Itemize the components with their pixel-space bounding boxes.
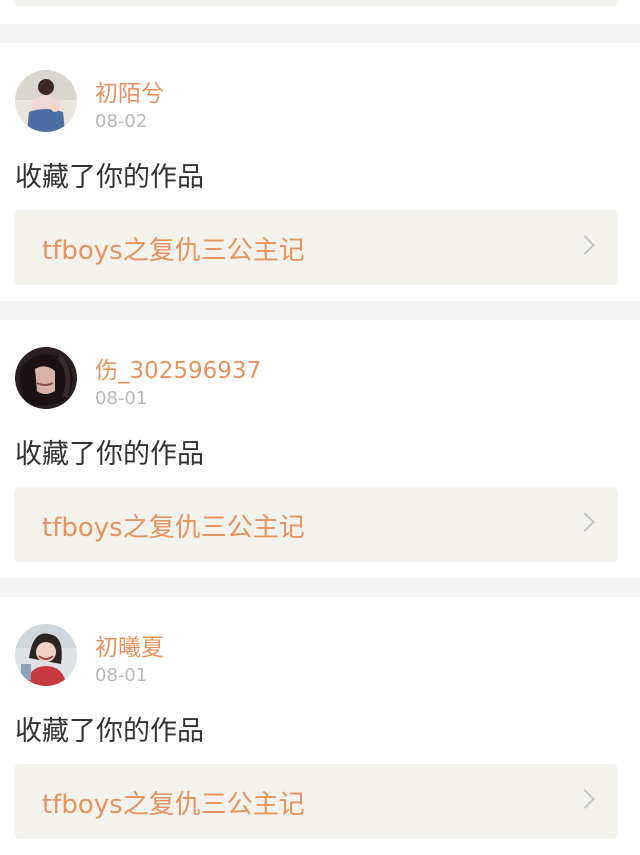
timestamp: 08-02	[95, 111, 148, 132]
timestamp: 08-01	[95, 665, 148, 686]
chevron-right-icon	[575, 512, 595, 532]
activity-text: 收藏了你的作品	[15, 162, 204, 193]
work-title: tfboys之复仇三公主记	[42, 513, 305, 543]
work-title: tfboys之复仇三公主记	[42, 236, 305, 266]
chevron-right-icon	[575, 235, 595, 255]
avatar[interactable]	[15, 347, 77, 409]
activity-card: 初曦夏 08-01 收藏了你的作品 tfboys之复仇三公主记	[0, 597, 640, 855]
username[interactable]: 伤_302596937	[95, 351, 261, 385]
activity-text: 收藏了你的作品	[15, 716, 204, 747]
work-link[interactable]: tfboys之复仇三公主记	[14, 487, 618, 562]
username[interactable]: 初陌兮	[95, 74, 164, 108]
activity-card: 初陌兮 08-02 收藏了你的作品 tfboys之复仇三公主记	[0, 43, 640, 301]
previous-work-link-edge[interactable]	[14, 0, 618, 6]
activity-card: 伤_302596937 08-01 收藏了你的作品 tfboys之复仇三公主记	[0, 320, 640, 578]
username[interactable]: 初曦夏	[95, 628, 164, 662]
avatar[interactable]	[15, 624, 77, 686]
previous-card-bottom	[0, 0, 640, 24]
work-link[interactable]: tfboys之复仇三公主记	[14, 210, 618, 285]
user-photo-icon	[15, 624, 77, 686]
avatar[interactable]	[15, 70, 77, 132]
work-title: tfboys之复仇三公主记	[42, 790, 305, 820]
chevron-right-icon	[575, 789, 595, 809]
work-link[interactable]: tfboys之复仇三公主记	[14, 764, 618, 839]
user-photo-icon	[15, 347, 77, 409]
user-photo-icon	[15, 70, 77, 132]
activity-text: 收藏了你的作品	[15, 439, 204, 470]
timestamp: 08-01	[95, 388, 148, 409]
